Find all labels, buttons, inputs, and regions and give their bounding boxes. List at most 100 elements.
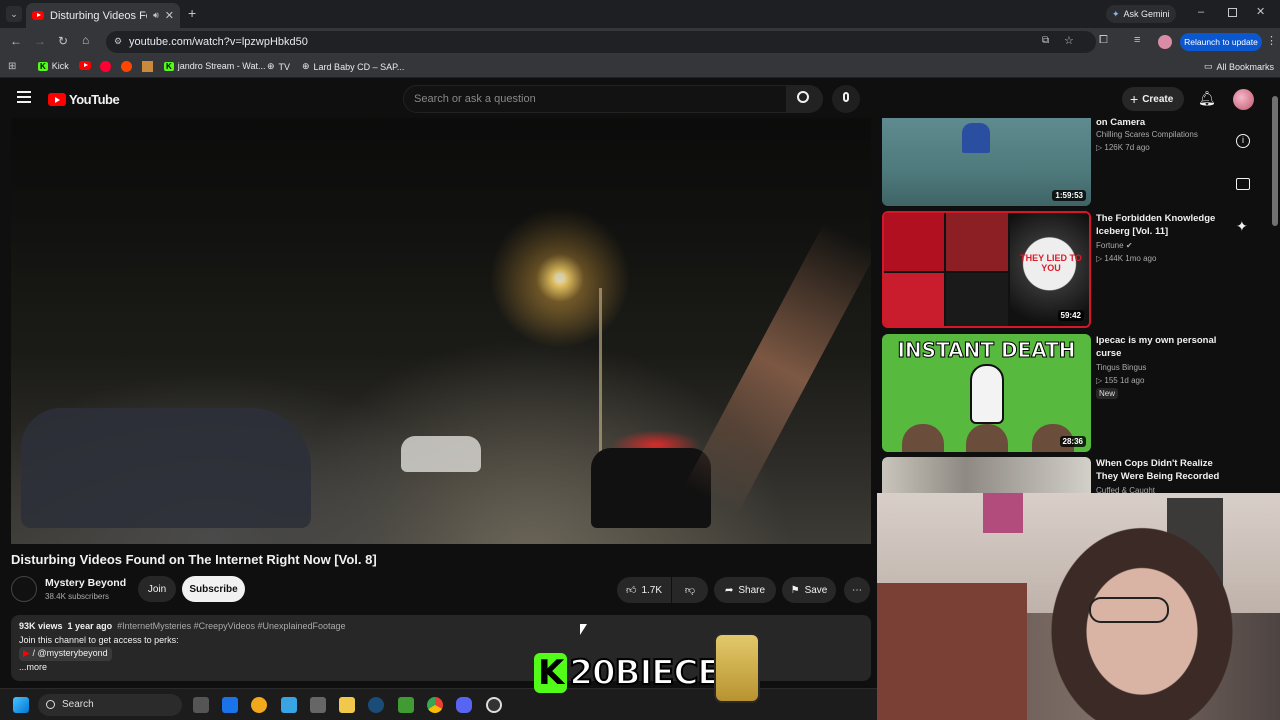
new-tab-button[interactable]: +	[188, 5, 196, 21]
maximize-icon[interactable]	[1228, 8, 1237, 17]
share-icon: ➦	[724, 584, 734, 596]
bookmark-jandro[interactable]: K jandro Stream - Wat...	[164, 61, 265, 71]
task-view-icon[interactable]	[193, 697, 209, 713]
media-control-icon[interactable]: ≡	[1134, 34, 1140, 46]
subscribe-label: Subscribe	[189, 583, 238, 595]
edge-icon[interactable]	[251, 697, 267, 713]
channel-avatar[interactable]	[11, 576, 37, 602]
video-thumbnail[interactable]: 1:59:53	[882, 118, 1091, 206]
search-button[interactable]	[787, 85, 823, 113]
discord-icon[interactable]	[456, 697, 472, 713]
video-duration: 1:59:53	[1052, 190, 1086, 201]
video-frame-car	[21, 408, 311, 528]
dislike-button[interactable]: 👎︎	[672, 577, 708, 603]
hamburger-menu-icon[interactable]	[17, 91, 31, 103]
reload-icon[interactable]: ↻	[58, 34, 68, 48]
omnibox[interactable]: ⚙ youtube.com/watch?v=lpzwpHbkd50 ⧉ ☆	[106, 31, 1096, 53]
calculator-icon[interactable]	[310, 697, 326, 713]
channel-name[interactable]: Mystery Beyond	[45, 577, 126, 589]
install-icon[interactable]: ⧉	[1042, 35, 1049, 46]
bookmark-star-icon[interactable]: ☆	[1064, 34, 1074, 47]
subscriber-count: 38.4K subscribers	[45, 592, 110, 601]
scrollbar-thumb[interactable]	[1272, 96, 1278, 226]
extensions-icon[interactable]: ⧠	[1099, 34, 1108, 47]
webcam-poster	[983, 493, 1023, 533]
chrome-icon[interactable]	[427, 697, 443, 713]
close-tab-icon[interactable]: ✕	[165, 9, 174, 22]
microphone-icon	[843, 92, 849, 102]
like-button[interactable]: 👍︎ 1.7K	[617, 577, 671, 603]
account-avatar[interactable]	[1233, 89, 1254, 110]
forward-icon[interactable]: →	[34, 34, 46, 48]
tab-list-button[interactable]: ⌄	[6, 6, 22, 22]
video-thumbnail[interactable]	[882, 457, 1091, 493]
relaunch-button[interactable]: Relaunch to update	[1180, 33, 1262, 51]
recommendation-item[interactable]: When Cops Didn't Realize They Were Being…	[882, 457, 1242, 493]
bookmark-music[interactable]	[100, 61, 111, 72]
view-count: 93K views	[19, 621, 63, 631]
chrome-menu-icon[interactable]: ⋮	[1266, 34, 1277, 47]
youtube-logo[interactable]: YouTube	[48, 92, 120, 107]
bookmark-youtube[interactable]	[79, 61, 91, 70]
all-bookmarks[interactable]: ▭ All Bookmarks	[1204, 61, 1274, 72]
notifications-bell-icon[interactable]: 🔔︎	[1198, 90, 1216, 107]
recommendation-channel[interactable]: Chilling Scares Compilations	[1096, 129, 1236, 141]
video-thumbnail[interactable]: INSTANT DEATH 28:36	[882, 334, 1091, 452]
search-icon	[46, 700, 55, 709]
recommendation-meta: ▷ 126K 7d ago	[1096, 143, 1150, 152]
video-thumbnail[interactable]: THEY LIED TO YOU 59:42	[882, 211, 1091, 328]
recommendation-channel[interactable]: Cuffed & Caught	[1096, 485, 1236, 493]
obs-icon[interactable]	[486, 697, 502, 713]
video-player[interactable]	[11, 118, 871, 544]
close-window-icon[interactable]: ✕	[1256, 5, 1265, 18]
bookmark-reddit[interactable]	[121, 61, 132, 72]
join-label: Join	[147, 583, 167, 595]
sparkle-icon[interactable]: ✦	[1236, 218, 1248, 235]
back-icon[interactable]: ←	[10, 34, 22, 48]
file-explorer-icon[interactable]	[339, 697, 355, 713]
recommendation-channel[interactable]: Tingus Bingus	[1096, 362, 1236, 374]
widgets-icon[interactable]	[222, 697, 238, 713]
minecraft-icon[interactable]	[398, 697, 414, 713]
bookmark-lard-baby[interactable]: ⊕ Lard Baby CD – SAP...	[302, 61, 404, 72]
speaker-icon[interactable]: 🔊︎	[153, 10, 159, 21]
recommendation-item[interactable]: THEY LIED TO YOU 59:42 The Forbidden Kno…	[882, 211, 1242, 328]
recommendation-stats: 126K 7d ago	[1104, 143, 1150, 152]
chat-icon[interactable]	[1236, 178, 1250, 190]
recommendation-item[interactable]: 1:59:53 on Camera Chilling Scares Compil…	[882, 117, 1242, 206]
scrollbar[interactable]	[1272, 82, 1278, 492]
profile-avatar[interactable]	[1158, 35, 1172, 49]
video-duration: 59:42	[1057, 310, 1084, 321]
url-text: youtube.com/watch?v=lpzwpHbkd50	[129, 36, 308, 48]
channel-handle-chip[interactable]: ▶ / @mysterybeyond	[19, 647, 112, 661]
like-count: 1.7K	[641, 584, 663, 596]
save-button[interactable]: ⚑ Save	[782, 577, 836, 603]
photos-icon[interactable]	[281, 697, 297, 713]
site-info-icon[interactable]: ⚙	[114, 36, 122, 47]
subscribe-button[interactable]: Subscribe	[182, 576, 245, 602]
bookmark-game[interactable]	[142, 61, 153, 72]
taskbar-search[interactable]: Search	[38, 694, 182, 716]
join-button[interactable]: Join	[138, 576, 176, 602]
browser-tab-active[interactable]: Disturbing Videos Found o 🔊︎ ✕	[26, 3, 180, 28]
reddit-favicon-icon	[121, 61, 132, 72]
ask-gemini-button[interactable]: ✦ Ask Gemini	[1106, 5, 1176, 23]
create-button[interactable]: + Create	[1122, 87, 1184, 111]
apps-grid-icon[interactable]: ⊞	[8, 61, 16, 72]
voice-search-button[interactable]	[832, 85, 860, 113]
search-input[interactable]: Search or ask a question	[403, 85, 787, 113]
recommendation-channel-row[interactable]: Fortune ✔	[1096, 240, 1236, 252]
minimize-icon[interactable]: –	[1198, 6, 1204, 18]
kick-logo-icon: K	[534, 653, 568, 693]
bookmark-tv[interactable]: ⊕ TV	[267, 61, 290, 72]
recommendation-item[interactable]: INSTANT DEATH 28:36 Ipecac is my own per…	[882, 334, 1242, 452]
share-button[interactable]: ➦ Share	[714, 577, 776, 603]
hashtags[interactable]: #InternetMysteries #CreepyVideos #Unexpl…	[117, 621, 345, 631]
info-icon[interactable]: i	[1236, 134, 1250, 148]
home-icon[interactable]: ⌂	[82, 33, 89, 47]
steam-icon[interactable]	[368, 697, 384, 713]
start-windows-icon[interactable]	[13, 697, 29, 713]
more-actions-button[interactable]: ⋯	[844, 577, 870, 603]
bookmark-kick[interactable]: K Kick	[38, 61, 69, 71]
kick-favicon-icon: K	[164, 61, 174, 71]
